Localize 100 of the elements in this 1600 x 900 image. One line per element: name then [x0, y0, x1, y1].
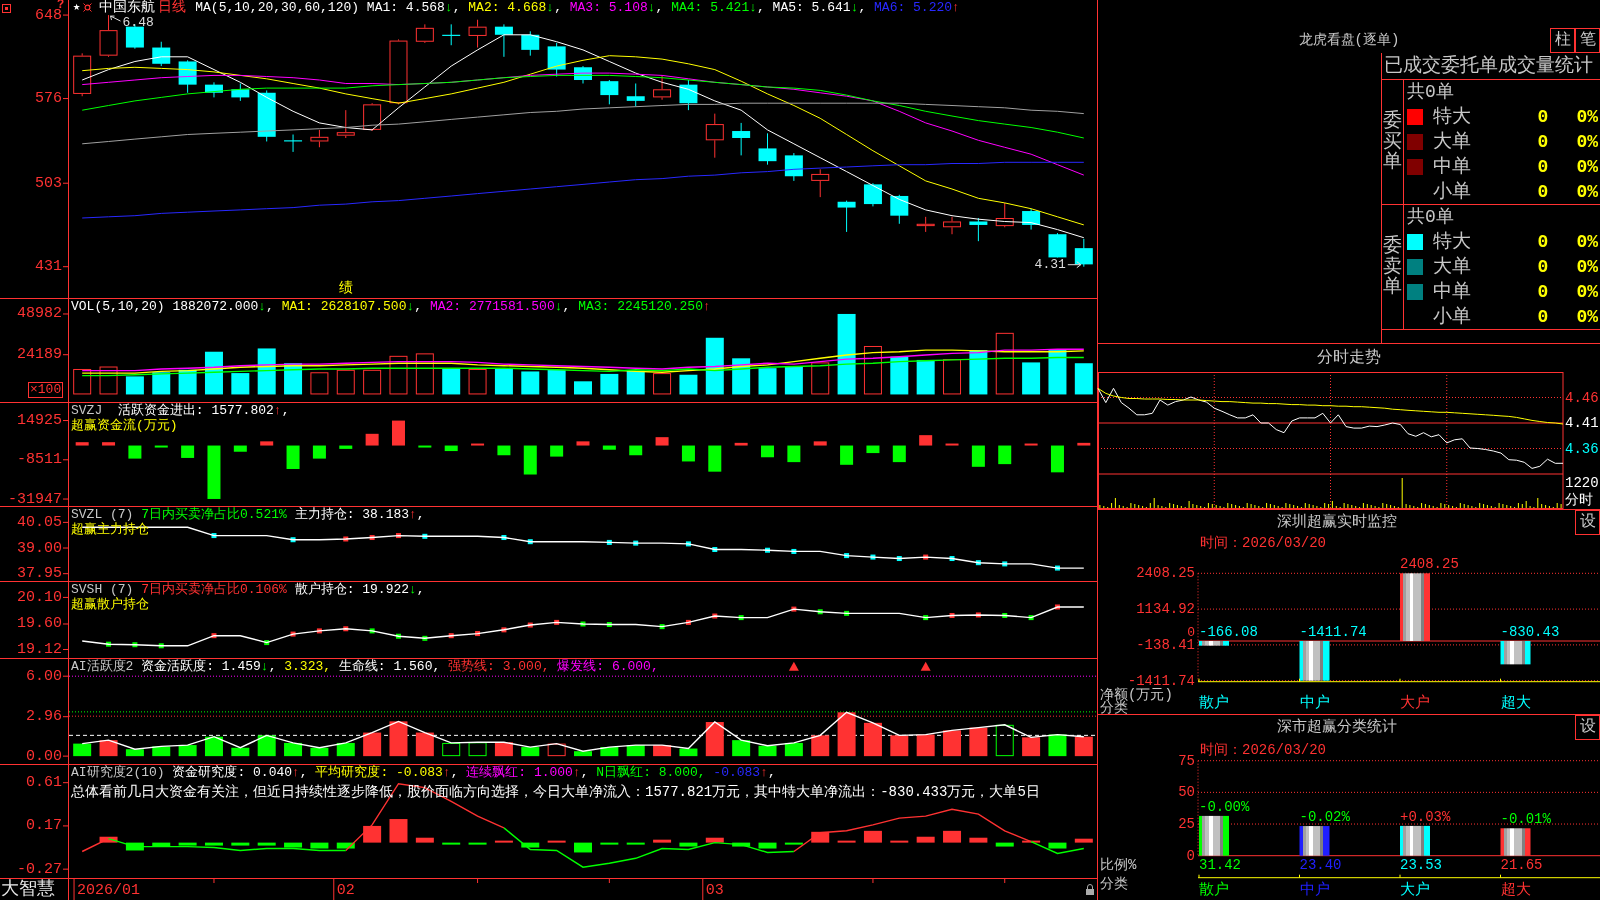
- candlestick: [863, 182, 882, 207]
- bar: [813, 441, 827, 446]
- ring-icon: [83, 3, 93, 12]
- order-share: 0%: [1576, 281, 1598, 302]
- bar: [1050, 445, 1064, 473]
- bar: [679, 374, 698, 395]
- candlestick: [99, 14, 118, 58]
- bar: [811, 831, 830, 843]
- candlestick: [468, 19, 487, 49]
- bar: [705, 337, 724, 395]
- bar: [1500, 828, 1531, 856]
- bar: [1048, 842, 1067, 849]
- order-count: 0: [1537, 181, 1549, 202]
- high-price-label: 6.48: [122, 14, 154, 30]
- bar: [784, 842, 803, 845]
- candlestick: [442, 23, 461, 46]
- bar: [468, 742, 487, 757]
- bar: [626, 842, 645, 845]
- bar: [471, 443, 485, 446]
- candlestick: [178, 59, 197, 94]
- bar: [653, 745, 672, 757]
- order-count: 0: [1537, 231, 1549, 252]
- bar: [521, 747, 540, 757]
- order-size-label: 大单: [1433, 130, 1471, 153]
- order-size-label: 特大: [1433, 105, 1471, 128]
- candlestick: [679, 79, 698, 111]
- indicator-legend: SVSH (7) 7日内买卖净占比0.106% 散户持仓: 19.922↓,: [71, 582, 425, 597]
- bar: [866, 445, 880, 454]
- bar: [125, 749, 144, 757]
- axis-label: 14925: [17, 412, 62, 430]
- indicator-title: 超赢资金流(万元): [71, 418, 178, 433]
- bar: [442, 368, 461, 395]
- bar: [550, 445, 564, 457]
- bar: [787, 445, 801, 463]
- settings-button[interactable]: 设: [1575, 715, 1600, 740]
- bar: [943, 730, 962, 757]
- view-button[interactable]: 笔: [1575, 28, 1600, 53]
- order-size-label: 特大: [1433, 230, 1471, 253]
- axis-label: 4.36: [1565, 440, 1599, 457]
- bar: [629, 445, 643, 456]
- bar: [890, 735, 909, 757]
- candlestick: [73, 52, 92, 97]
- value-label: -830.43: [1500, 624, 1560, 640]
- x-axis-title: 分类: [1100, 876, 1128, 892]
- bar: [231, 842, 250, 846]
- change-label: -0.00%: [1199, 798, 1250, 815]
- candlestick: [336, 109, 355, 139]
- bar: [758, 368, 777, 395]
- bar: [890, 840, 909, 843]
- bar: [811, 362, 830, 395]
- bar: [312, 445, 326, 459]
- candlestick: [653, 74, 672, 101]
- bar: [784, 742, 803, 757]
- bar: [418, 445, 432, 448]
- axis-label: 4.46: [1565, 389, 1599, 406]
- candlestick: [284, 134, 303, 153]
- settings-button[interactable]: 设: [1575, 510, 1600, 535]
- bar: [916, 734, 935, 757]
- bar: [732, 740, 751, 757]
- candlestick: [521, 30, 540, 57]
- bar: [207, 445, 221, 499]
- bar: [1048, 734, 1067, 757]
- bar: [995, 842, 1014, 847]
- unit-label: ×100: [28, 382, 64, 398]
- bar: [204, 842, 223, 846]
- bar: [734, 442, 748, 446]
- bar: [1199, 815, 1229, 856]
- bar: [1199, 641, 1229, 646]
- volume-axis-label: 1220: [1565, 475, 1599, 491]
- bar: [995, 332, 1014, 395]
- axis-label: 2408.25: [1136, 565, 1195, 582]
- candlestick: [415, 23, 434, 44]
- bar: [284, 742, 303, 757]
- view-button[interactable]: 柱: [1550, 28, 1575, 53]
- bar: [1400, 825, 1430, 856]
- order-count: 0: [1537, 131, 1549, 152]
- bar: [655, 437, 669, 446]
- order-size-label: 中单: [1433, 280, 1471, 303]
- bar: [389, 819, 408, 843]
- bar: [574, 842, 592, 853]
- bar: [286, 445, 300, 469]
- bar: [284, 842, 303, 848]
- bar: [442, 842, 461, 845]
- bar: [679, 748, 698, 757]
- bar: [339, 445, 353, 449]
- side-label: 委卖单: [1383, 235, 1402, 299]
- category-label: 大户: [1400, 881, 1430, 899]
- bar: [602, 445, 616, 450]
- bar: [128, 445, 142, 459]
- candlestick: [626, 83, 645, 108]
- bar: [178, 842, 197, 846]
- axis-label: 0.61: [26, 774, 62, 792]
- candlestick: [574, 65, 592, 84]
- bar: [152, 372, 171, 395]
- panel-title: 深圳超赢实时监控: [1276, 514, 1397, 531]
- axis-label: 24189: [17, 346, 62, 364]
- bar: [653, 839, 672, 843]
- arrow-icon: [110, 15, 122, 22]
- value-label: -1411.74: [1299, 624, 1367, 640]
- candlestick: [204, 81, 223, 98]
